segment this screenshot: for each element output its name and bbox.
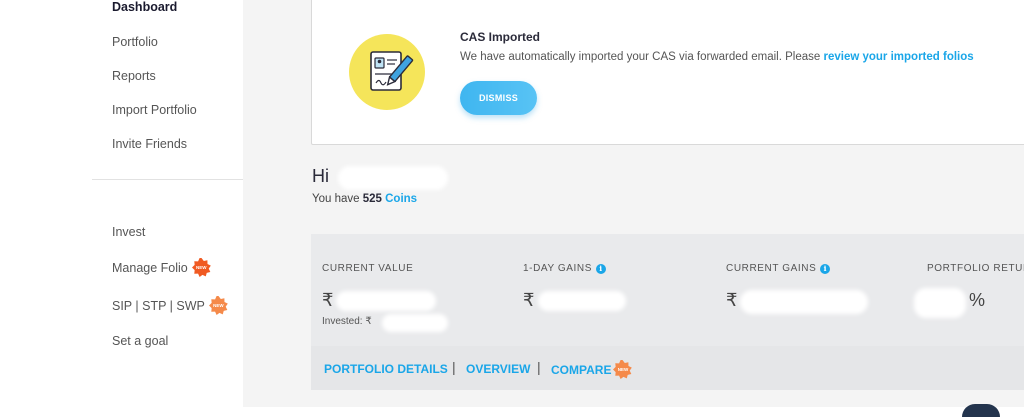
separator: |: [537, 359, 541, 375]
sidebar-item-label: Portfolio: [112, 35, 158, 49]
new-badge-icon: NEW: [191, 258, 211, 277]
dismiss-button[interactable]: DISMISS: [460, 81, 537, 115]
sidebar-item-set-a-goal[interactable]: Set a goal: [112, 334, 168, 348]
redacted-current-value: [336, 291, 436, 311]
cas-banner-message-text: We have automatically imported your CAS …: [460, 51, 824, 63]
info-icon[interactable]: i: [820, 263, 831, 274]
coins-link[interactable]: Coins: [385, 193, 417, 205]
cas-banner-message: We have automatically imported your CAS …: [460, 51, 974, 63]
sidebar: Dashboard Portfolio Reports Import Portf…: [0, 0, 243, 417]
floating-widget-edge[interactable]: [962, 404, 1000, 417]
sidebar-item-label: Invest: [112, 225, 146, 239]
greeting-hi: Hi: [312, 166, 329, 186]
new-badge-icon: NEW: [208, 296, 228, 315]
coins-count: 525: [362, 193, 382, 205]
document-edit-illustration-icon: [349, 34, 425, 110]
overview-link[interactable]: OVERVIEW: [466, 362, 530, 376]
portfolio-returns-label-text: PORTFOLIO RETURNS: [927, 263, 1024, 274]
sidebar-item-invite-friends[interactable]: Invite Friends: [112, 137, 187, 151]
one-day-gains-label-text: 1-DAY GAINS: [523, 263, 593, 274]
current-value-label: CURRENT VALUE: [322, 263, 413, 274]
sidebar-item-dashboard[interactable]: Dashboard: [112, 0, 177, 14]
current-gains-label: CURRENT GAINS i: [726, 263, 831, 274]
sidebar-item-label: Invite Friends: [112, 137, 188, 151]
redacted-invested: [382, 314, 448, 332]
sidebar-item-reports[interactable]: Reports: [112, 69, 156, 83]
cas-banner-title: CAS Imported: [460, 30, 541, 44]
sidebar-item-portfolio[interactable]: Portfolio: [112, 35, 158, 49]
overview-label: OVERVIEW: [466, 362, 531, 376]
coins-summary: You have 525 Coins: [312, 193, 417, 205]
info-icon[interactable]: i: [596, 263, 607, 274]
redacted-username: [338, 166, 448, 190]
sidebar-item-label: Manage Folio: [112, 260, 188, 275]
portfolio-details-label: PORTFOLIO DETAILS: [324, 362, 448, 376]
compare-label: COMPARE: [551, 362, 612, 377]
sidebar-item-sip-stp-swp[interactable]: SIP | STP | SWP NEW: [112, 296, 228, 315]
invested-label: Invested: ₹: [322, 316, 372, 327]
coins-prefix: You have: [312, 193, 363, 205]
sidebar-item-label: Dashboard: [112, 0, 178, 14]
sidebar-item-label: Import Portfolio: [112, 103, 197, 117]
sidebar-item-import-portfolio[interactable]: Import Portfolio: [112, 103, 197, 117]
sidebar-item-invest[interactable]: Invest: [112, 225, 145, 239]
current-gains-label-text: CURRENT GAINS: [726, 263, 817, 274]
sidebar-item-label: Reports: [112, 69, 156, 83]
bottom-strip: [243, 407, 1024, 417]
compare-link[interactable]: COMPARE NEW: [551, 360, 633, 379]
current-value-rupee: ₹: [322, 290, 334, 310]
review-imported-folios-link[interactable]: review your imported folios: [823, 51, 973, 63]
separator: |: [452, 359, 456, 375]
redacted-portfolio-returns: [914, 288, 966, 318]
redacted-one-day-gains: [538, 291, 626, 311]
current-value-label-text: CURRENT VALUE: [322, 263, 414, 274]
sidebar-item-manage-folio[interactable]: Manage Folio NEW: [112, 258, 211, 277]
sidebar-divider: [92, 179, 243, 180]
one-day-gains-rupee: ₹: [523, 290, 535, 310]
one-day-gains-label: 1-DAY GAINS i: [523, 263, 607, 274]
portfolio-returns-percent: %: [969, 290, 986, 310]
new-badge-icon: NEW: [613, 360, 633, 379]
current-gains-rupee: ₹: [726, 290, 738, 310]
portfolio-details-link[interactable]: PORTFOLIO DETAILS: [324, 362, 448, 376]
redacted-current-gains: [740, 290, 868, 314]
portfolio-returns-label: PORTFOLIO RETURNS: [927, 263, 1024, 274]
sidebar-item-label: SIP | STP | SWP: [112, 298, 205, 313]
sidebar-item-label: Set a goal: [112, 334, 169, 348]
